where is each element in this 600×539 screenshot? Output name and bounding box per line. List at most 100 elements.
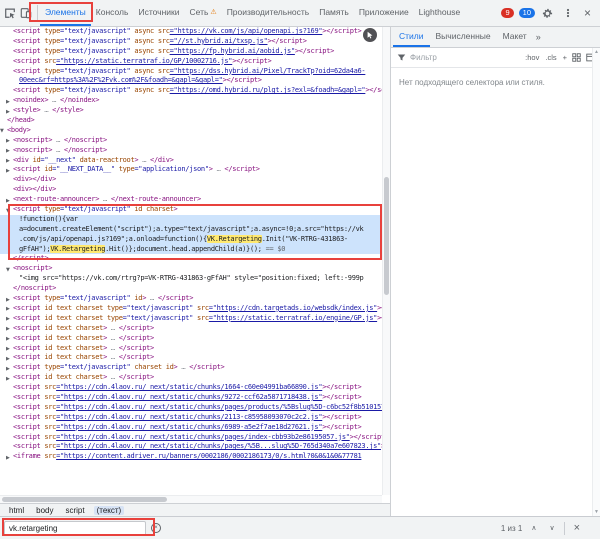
expand-arrow-icon[interactable]: ▶ [6, 305, 10, 313]
styles-tab-computed[interactable]: Вычисленные [430, 27, 497, 47]
tree-row[interactable]: ▶<iframe src="https://content.adriver.ru… [0, 452, 382, 462]
tree-row[interactable]: <script src="https://cdn.4laov.ru/_next/… [0, 442, 382, 452]
tree-row[interactable]: ▼<body> [0, 126, 382, 136]
tree-row[interactable]: !function(){var [0, 215, 382, 225]
tree-row[interactable]: <div></div> [0, 175, 382, 185]
tab-elements[interactable]: Элементы [40, 0, 91, 26]
tree-row[interactable]: <script src="https://cdn.4laov.ru/_next/… [0, 423, 382, 433]
next-match-icon[interactable]: ∨ [545, 524, 558, 532]
close-devtools-icon[interactable]: × [580, 6, 595, 21]
expand-arrow-icon[interactable]: ▶ [6, 335, 10, 343]
grid-icon[interactable] [571, 52, 582, 63]
styles-filter-input[interactable] [410, 53, 521, 62]
tree-row[interactable]: a=document.createElement("script");a.typ… [0, 225, 382, 235]
tree-row[interactable]: ▶<script type="text/javascript" charset … [0, 363, 382, 373]
dom-tree-horizontal-scrollbar[interactable] [0, 495, 382, 503]
tree-row[interactable]: ▶<script id text charset> … </script> [0, 324, 382, 334]
vertical-scrollbar-thumb[interactable] [384, 177, 389, 295]
collapse-arrow-icon[interactable]: ▼ [6, 207, 10, 215]
search-input[interactable] [4, 521, 146, 536]
tree-row[interactable]: ▼<noscript> [0, 264, 382, 274]
tab-console[interactable]: Консоль [91, 0, 134, 26]
expand-arrow-icon[interactable]: ▶ [6, 454, 10, 462]
styles-panel-scrollbar[interactable]: ▲ ▼ [592, 48, 600, 516]
tree-row[interactable]: .com/js/api/openapi.js?169";a.onload=fun… [0, 235, 382, 245]
tree-row[interactable]: gFfAH");VK.Retargeting.Hit()};document.h… [0, 245, 382, 255]
device-toolbar-icon[interactable] [18, 6, 33, 21]
tree-row[interactable]: <script type="text/javascript" async src… [0, 67, 382, 77]
expand-arrow-icon[interactable]: ▶ [6, 197, 10, 205]
styles-toggle-2[interactable]: + [562, 53, 568, 62]
tree-row[interactable]: <script src="https://cdn.4laov.ru/_next/… [0, 383, 382, 393]
tree-row[interactable]: ▶<script id text charset> … </script> [0, 344, 382, 354]
tree-row[interactable]: ▼<script type="text/javascript" id chars… [0, 205, 382, 215]
expand-arrow-icon[interactable]: ▶ [6, 157, 10, 165]
tree-row[interactable]: </head> [0, 116, 382, 126]
tree-row[interactable]: <script src="https://static.terratraf.io… [0, 57, 382, 67]
tree-row[interactable]: <script src="https://cdn.4laov.ru/_next/… [0, 403, 382, 413]
crumb-2[interactable]: script [62, 506, 87, 515]
error-count-badge[interactable]: 9 [501, 8, 513, 18]
tree-row[interactable]: ▶<script id text charset type="text/java… [0, 304, 382, 314]
expand-arrow-icon[interactable]: ▶ [6, 365, 10, 373]
styles-tab-layout[interactable]: Макет [497, 27, 533, 47]
collapse-arrow-icon[interactable]: ▼ [6, 266, 10, 274]
expand-arrow-icon[interactable]: ▶ [6, 147, 10, 155]
collapse-arrow-icon[interactable]: ▼ [0, 127, 4, 135]
tree-row[interactable]: <script type="text/javascript" async src… [0, 47, 382, 57]
tree-row[interactable]: ▶<noindex> … </noindex> [0, 96, 382, 106]
expand-arrow-icon[interactable]: ▶ [6, 296, 10, 304]
expand-arrow-icon[interactable]: ▶ [6, 167, 10, 175]
tree-row[interactable]: <script src="https://cdn.4laov.ru/_next/… [0, 393, 382, 403]
tree-row[interactable]: ▶<style> … </style> [0, 106, 382, 116]
tree-row[interactable]: ▶<div id="__next" data-reactroot> … </di… [0, 156, 382, 166]
styles-toggle-0[interactable]: :hov [524, 53, 540, 62]
tab-lighthouse[interactable]: Lighthouse [414, 0, 466, 26]
styles-toggle-1[interactable]: .cls [544, 53, 557, 62]
expand-arrow-icon[interactable]: ▶ [6, 315, 10, 323]
crumb-1[interactable]: body [33, 506, 56, 515]
expand-arrow-icon[interactable]: ▶ [6, 345, 10, 353]
styles-tab-styles[interactable]: Стили [393, 27, 430, 47]
tree-row[interactable]: <script type="text/javascript" async src… [0, 37, 382, 47]
settings-gear-icon[interactable] [540, 6, 555, 21]
tree-row[interactable]: </noscript> [0, 284, 382, 294]
tree-row[interactable]: ▶<next-route-announcer> … </next-route-a… [0, 195, 382, 205]
previous-match-icon[interactable]: ∧ [527, 524, 540, 532]
tree-row[interactable]: ▶<script id text charset type="text/java… [0, 314, 382, 324]
scroll-down-arrow-icon[interactable]: ▼ [594, 509, 599, 515]
tree-row[interactable]: ▶<script type="text/javascript" id> … </… [0, 294, 382, 304]
expand-arrow-icon[interactable]: ▶ [6, 355, 10, 363]
tab-network[interactable]: Сеть⚠ [185, 0, 222, 26]
tab-memory[interactable]: Память [314, 0, 354, 26]
tree-row[interactable]: ▶<script id text charset> … </script> [0, 334, 382, 344]
crumb-3[interactable]: (текст) [94, 506, 125, 515]
tree-row[interactable]: "<img src="https://vk.com/rtrg?p=VK-RTRG… [0, 274, 382, 284]
horizontal-scrollbar-thumb[interactable] [2, 497, 167, 502]
tree-row[interactable]: ▶<noscript> … </noscript> [0, 146, 382, 156]
issues-count-badge[interactable]: 10 [519, 8, 535, 18]
tree-row[interactable]: <div></div> [0, 185, 382, 195]
inspect-element-icon[interactable] [2, 6, 17, 21]
tab-performance[interactable]: Производительность [222, 0, 315, 26]
expand-arrow-icon[interactable]: ▶ [6, 108, 10, 116]
tree-row[interactable]: <script type="text/javascript" async src… [0, 86, 382, 96]
expand-arrow-icon[interactable]: ▶ [6, 137, 10, 145]
close-search-icon[interactable]: × [570, 523, 584, 534]
tree-row[interactable]: ▶<noscript> … </noscript> [0, 136, 382, 146]
tab-sources[interactable]: Источники [133, 0, 184, 26]
clear-search-icon[interactable]: × [151, 523, 161, 533]
expand-arrow-icon[interactable]: ▶ [6, 375, 10, 383]
expand-arrow-icon[interactable]: ▶ [6, 325, 10, 333]
dom-tree-vertical-scrollbar[interactable] [382, 27, 390, 495]
tree-row[interactable]: <script type="text/javascript" async src… [0, 27, 382, 37]
tree-row[interactable]: <script src="https://cdn.4laov.ru/_next/… [0, 433, 382, 443]
tree-row[interactable]: ▶<script id text charset> … </script> [0, 353, 382, 363]
tree-row[interactable]: 00eec&rf=https%3A%2F%2Fvk.com%2F&foadh=&… [0, 76, 382, 86]
tree-row[interactable]: ▶<script id="__NEXT_DATA__" type="applic… [0, 165, 382, 175]
more-options-kebab-icon[interactable] [560, 6, 575, 21]
crumb-0[interactable]: html [6, 506, 27, 515]
expand-arrow-icon[interactable]: ▶ [6, 98, 10, 106]
tree-row[interactable]: ▶<script id text charset> … </script> [0, 373, 382, 383]
tree-row[interactable]: </script> [0, 254, 382, 264]
